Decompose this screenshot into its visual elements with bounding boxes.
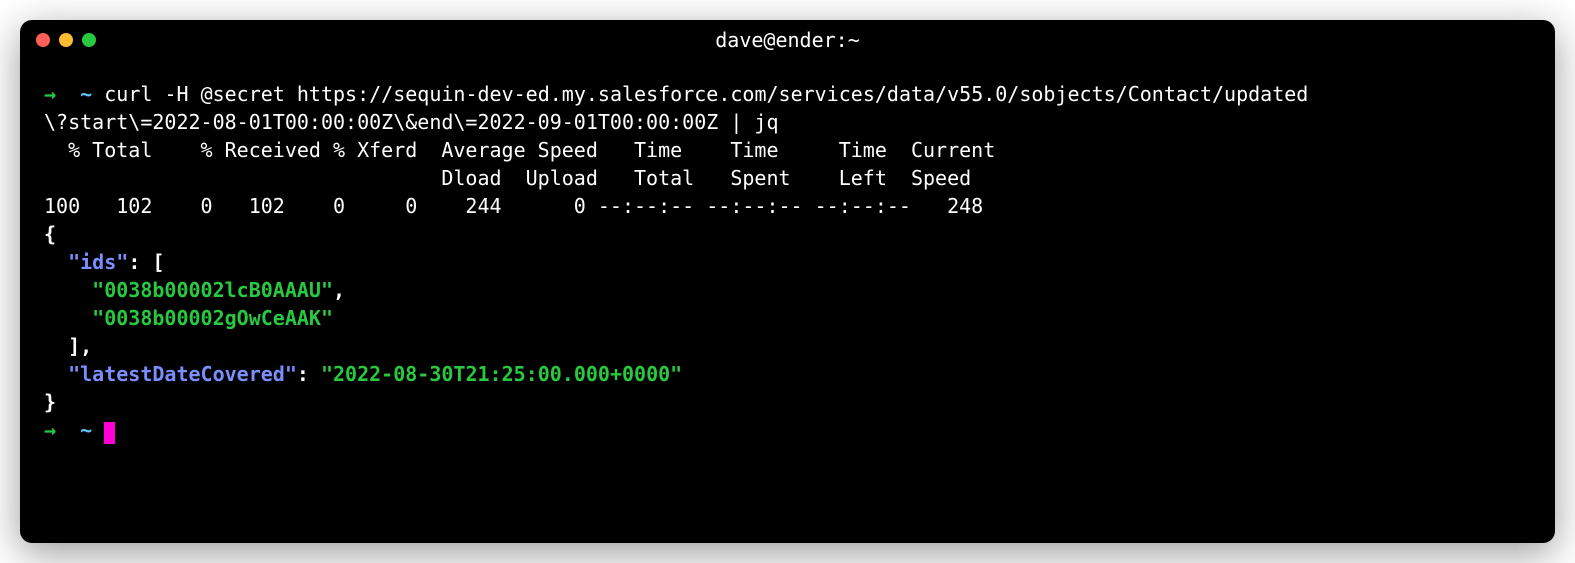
- json-close: }: [44, 388, 1531, 416]
- json-latest-colon: :: [297, 362, 321, 386]
- terminal-body[interactable]: → ~ curl -H @secret https://sequin-dev-e…: [20, 60, 1555, 464]
- command-line-2: \?start\=2022-08-01T00:00:00Z\&end\=2022…: [44, 108, 1531, 136]
- minimize-button[interactable]: [59, 33, 73, 47]
- json-ids-key: "ids": [68, 250, 128, 274]
- curl-header-2: Dload Upload Total Spent Left Speed: [44, 164, 1531, 192]
- close-button[interactable]: [36, 33, 50, 47]
- curl-header-1: % Total % Received % Xferd Average Speed…: [44, 136, 1531, 164]
- prompt-arrow: →: [44, 82, 56, 106]
- terminal-window: dave@ender:~ → ~ curl -H @secret https:/…: [20, 20, 1555, 543]
- json-latest-key: "latestDateCovered": [68, 362, 297, 386]
- json-latest-val: "2022-08-30T21:25:00.000+0000": [321, 362, 682, 386]
- json-id-1: "0038b00002lcB0AAAU": [92, 278, 333, 302]
- titlebar: dave@ender:~: [20, 20, 1555, 60]
- cursor: [104, 422, 115, 444]
- curl-stats: 100 102 0 102 0 0 244 0 --:--:-- --:--:-…: [44, 192, 1531, 220]
- json-ids-open: : [: [128, 250, 164, 274]
- window-title: dave@ender:~: [715, 28, 860, 52]
- maximize-button[interactable]: [82, 33, 96, 47]
- command-line-1: curl -H @secret https://sequin-dev-ed.my…: [104, 82, 1308, 106]
- prompt-tilde-2: ~: [80, 418, 92, 442]
- json-id-2: "0038b00002gOwCeAAK": [92, 306, 333, 330]
- json-comma-1: ,: [333, 278, 345, 302]
- traffic-lights: [36, 33, 96, 47]
- json-open: {: [44, 220, 1531, 248]
- json-ids-close: ],: [68, 334, 92, 358]
- prompt-tilde: ~: [80, 82, 92, 106]
- prompt-arrow-2: →: [44, 418, 56, 442]
